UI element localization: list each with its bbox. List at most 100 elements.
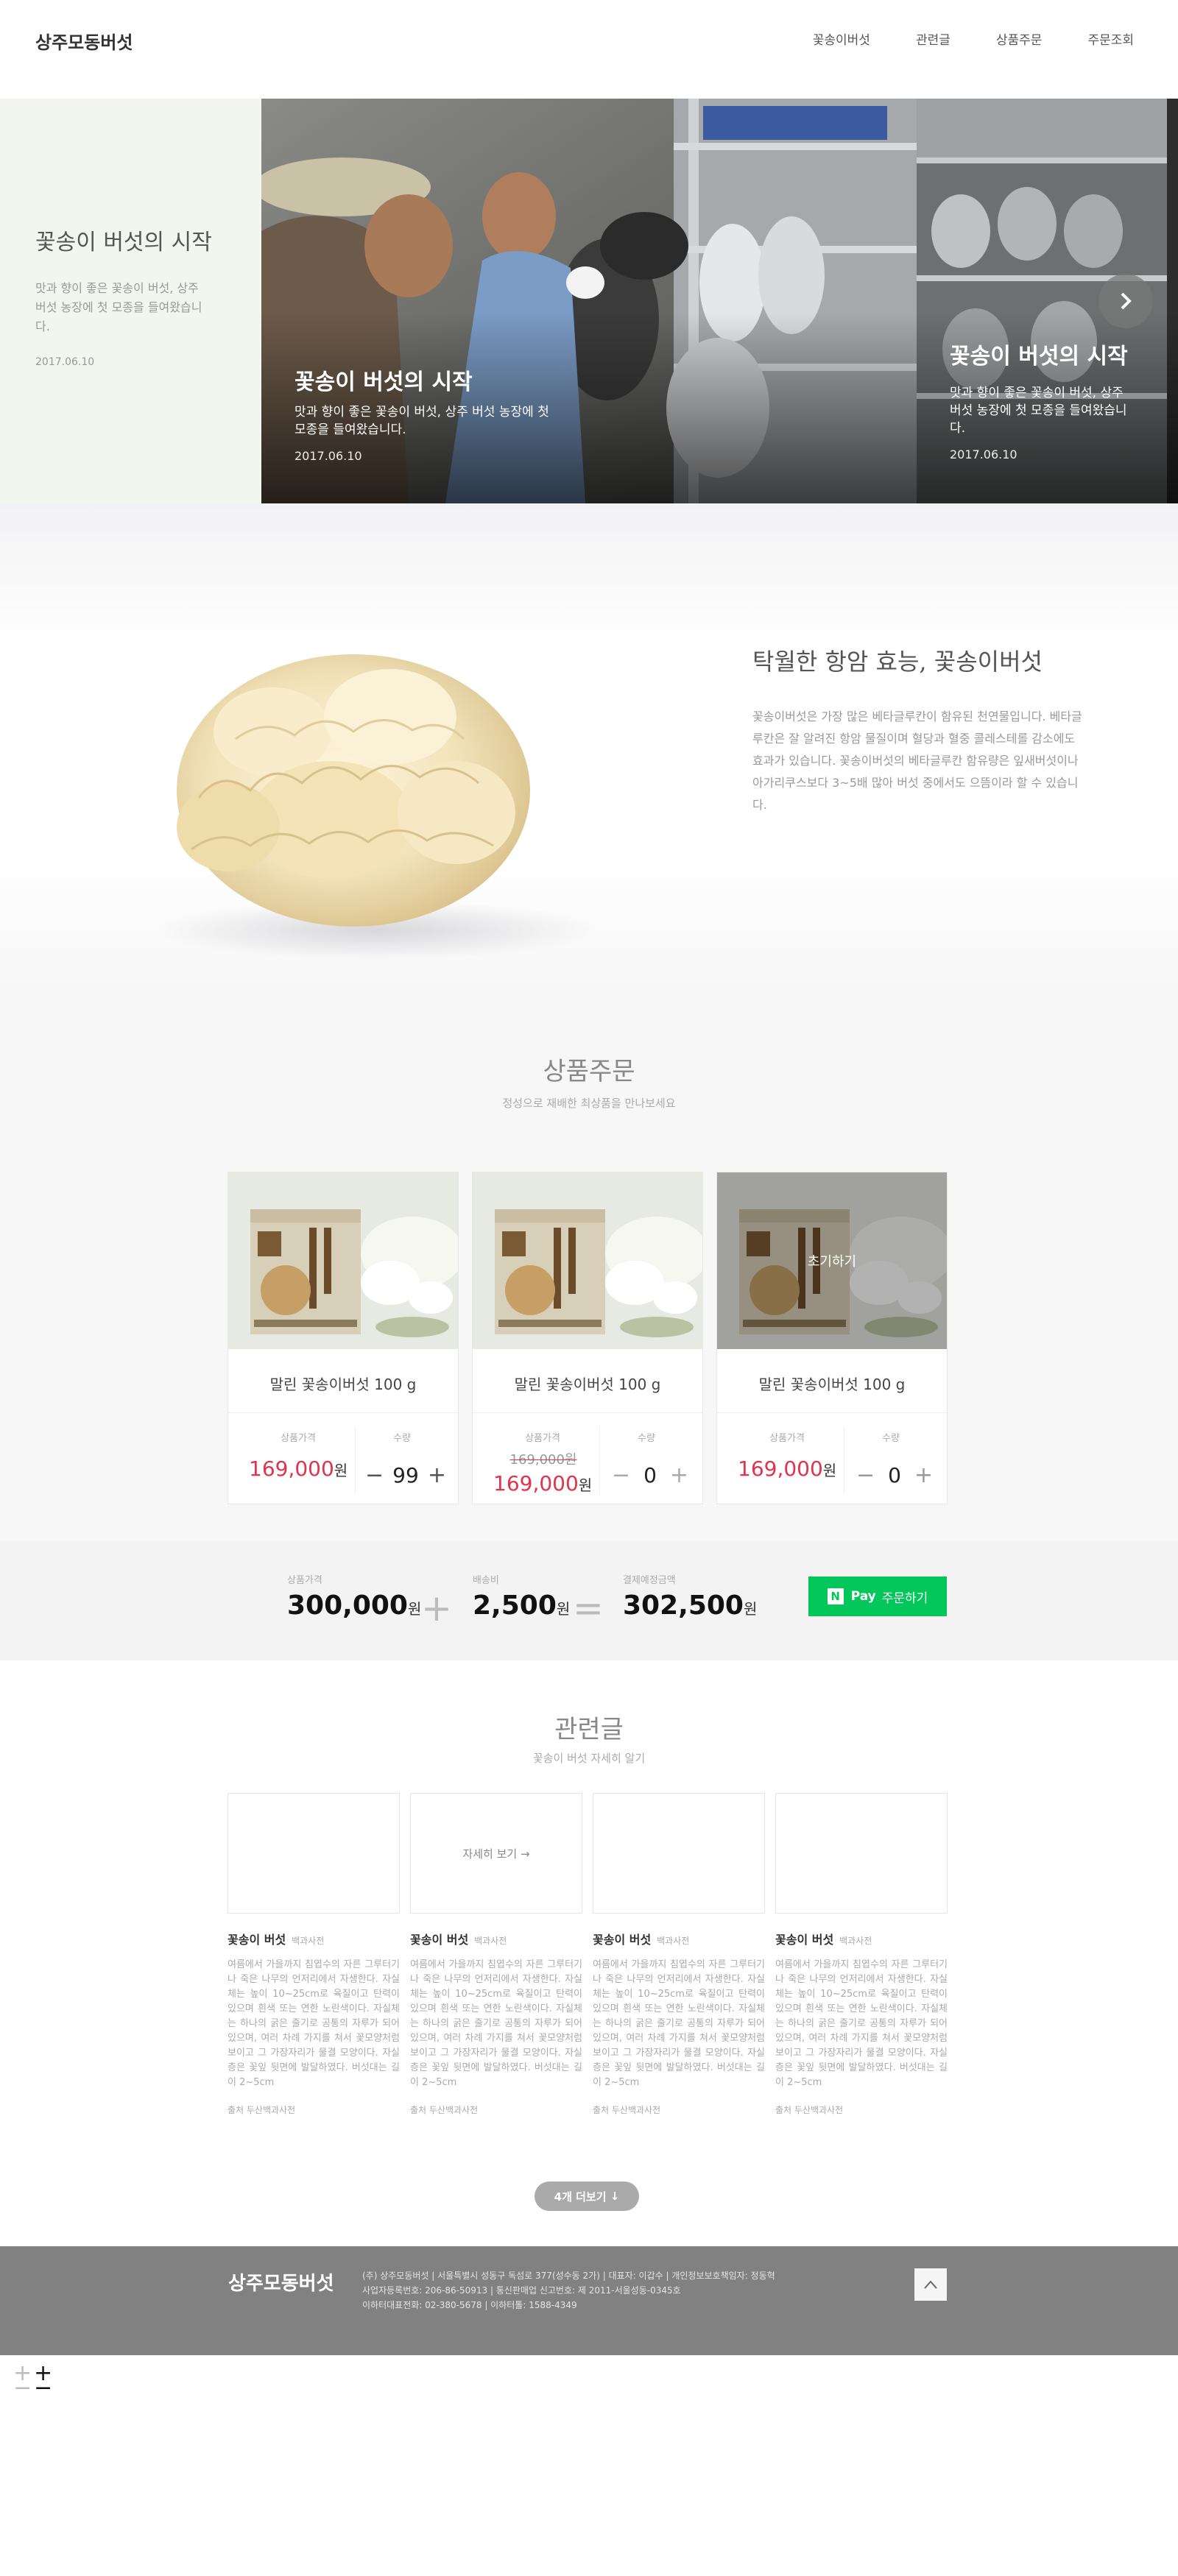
hero-slider: 꽃송이 버섯의 시작 맛과 향이 좋은 꽃송이 버섯, 상주 버섯 농장에 첫 … bbox=[0, 99, 1178, 503]
hero-slide-shelves[interactable]: 꽃송이 버섯의 시작 맛과 향이 좋은 꽃송이 버섯, 상주 버섯 농장에 첫 … bbox=[917, 99, 1178, 503]
slide-title: 꽃송이 버섯의 시작 bbox=[950, 344, 1128, 369]
qty-label: 수량 bbox=[638, 1433, 655, 1444]
npay-order-label: 주문하기 bbox=[881, 1590, 928, 1606]
hero-slide-farmers[interactable]: 꽃송이 버섯의 시작 맛과 향이 좋은 꽃송이 버섯, 상주 버섯 농장에 첫 … bbox=[261, 99, 917, 503]
hero-panel-title: 꽃송이 버섯의 시작 bbox=[35, 230, 212, 255]
shipping-fee-label: 배송비 bbox=[473, 1575, 499, 1586]
product-price: 169,000원 bbox=[738, 1457, 836, 1481]
article-thumbnail[interactable] bbox=[775, 1793, 948, 1914]
hero-panel-date: 2017.06.10 bbox=[35, 356, 95, 368]
price-value: 169,000 bbox=[493, 1471, 579, 1496]
order-title: 상품주문 bbox=[543, 1057, 635, 1086]
product-card: 초기하기 말린 꽃송이버섯 100 g 상품가격 수량 169,000원 − 0… bbox=[716, 1172, 948, 1504]
plus-icon[interactable]: + bbox=[670, 1462, 688, 1488]
article-card[interactable]: 꽃송이 버섯 백과사전 여름에서 가을까지 침엽수의 자른 그루터기나 죽은 나무… bbox=[228, 1793, 400, 2116]
plus-icon[interactable]: + bbox=[914, 1462, 933, 1488]
main-nav: 꽃송이버섯 관련글 상품주문 주문조회 bbox=[813, 29, 1134, 48]
product-image[interactable] bbox=[228, 1172, 458, 1349]
read-more-label: 자세히 보기 bbox=[462, 1847, 518, 1861]
goods-total-unit: 원 bbox=[407, 1600, 422, 1618]
order-subtitle: 정성으로 재배한 최상품을 만나보세요 bbox=[502, 1097, 676, 1110]
equals-icon: = bbox=[573, 1587, 604, 1630]
article-footnote: 출처 두산백과사전 bbox=[228, 2105, 296, 2115]
qty-value: 0 bbox=[643, 1463, 657, 1487]
minus-icon[interactable]: − bbox=[365, 1462, 384, 1488]
article-card[interactable]: 꽃송이 버섯 백과사전 여름에서 가을까지 침엽수의 자른 그루터기나 죽은 나무… bbox=[775, 1793, 948, 2116]
nav-item-mushroom[interactable]: 꽃송이버섯 bbox=[813, 29, 870, 48]
article-footnote: 출처 두산백과사전 bbox=[410, 2105, 479, 2115]
article-body: 여름에서 가을까지 침엽수의 자른 그루터기나 죽은 나무의 언저리에서 자생한… bbox=[775, 1959, 948, 2088]
product-name: 말린 꽃송이버섯 100 g bbox=[514, 1376, 661, 1393]
plus-icon[interactable]: + bbox=[428, 1462, 446, 1488]
article-thumbnail[interactable]: 자세히 보기 → bbox=[410, 1793, 582, 1914]
site-footer: 상주모동버섯 (주) 상주모동버섯 | 서울특별시 성동구 독섬로 377(성수… bbox=[0, 2246, 1178, 2355]
article-title: 꽃송이 버섯 백과사전 bbox=[593, 1930, 765, 1947]
article-title-text: 꽃송이 버섯 bbox=[775, 1933, 834, 1947]
product-card: 말린 꽃송이버섯 100 g 상품가격 수량 169,000원 169,000원… bbox=[472, 1172, 703, 1504]
site-logo[interactable]: 상주모동버섯 bbox=[35, 28, 133, 54]
price-label: 상품가격 bbox=[281, 1433, 316, 1444]
goods-total-label: 상품가격 bbox=[287, 1575, 322, 1586]
article-card[interactable]: 자세히 보기 → 꽃송이 버섯 백과사전 여름에서 가을까지 침엽수의 자른 그루… bbox=[410, 1793, 582, 2116]
nav-item-order-lookup[interactable]: 주문조회 bbox=[1087, 29, 1134, 48]
order-section: 상품주문 정성으로 재배한 최상품을 만나보세요 말린 꽃송이버섯 100 g … bbox=[0, 992, 1178, 1541]
minus-icon[interactable]: − bbox=[856, 1462, 875, 1488]
chevron-up-icon bbox=[924, 2280, 937, 2289]
article-thumbnail[interactable] bbox=[228, 1793, 400, 1914]
payment-total-label: 결제예정금액 bbox=[623, 1575, 676, 1586]
read-more-link[interactable]: 자세히 보기 → bbox=[462, 1846, 529, 1861]
product-box-photo bbox=[228, 1172, 458, 1349]
price-value: 169,000 bbox=[738, 1457, 823, 1481]
company-info-line: (주) 상주모동버섯 | 서울특별시 성동구 독섬로 377(성수동 2가) |… bbox=[362, 2271, 775, 2281]
original-price: 169,000원 bbox=[509, 1452, 577, 1468]
article-title: 꽃송이 버섯 백과사전 bbox=[775, 1930, 948, 1947]
zoom-out-icon[interactable]: − bbox=[13, 2377, 32, 2399]
feature-section: 탁월한 항암 효능, 꽃송이버섯 꽃송이버섯은 가장 많은 베타글루칸이 함유된… bbox=[0, 503, 1178, 992]
product-image[interactable]: 초기하기 bbox=[717, 1172, 947, 1349]
article-footnote: 출처 두산백과사전 bbox=[775, 2105, 844, 2115]
qty-value: 99 bbox=[392, 1463, 419, 1487]
company-info-line: 이하터대표전화: 02-380-5678 | 이하터톨: 1588-4349 bbox=[362, 2300, 577, 2310]
load-more-button[interactable]: 4개 더보기 ↓ bbox=[535, 2182, 639, 2211]
goods-total: 상품가격 300,000원 bbox=[287, 1572, 421, 1621]
minus-icon[interactable]: − bbox=[612, 1462, 630, 1488]
quantity-stepper: − 99 + bbox=[361, 1462, 451, 1488]
related-title: 관련글 bbox=[554, 1715, 624, 1744]
npay-order-button[interactable]: N Pay 주문하기 bbox=[808, 1577, 947, 1616]
reset-button[interactable]: 초기하기 bbox=[717, 1172, 947, 1349]
nav-item-order[interactable]: 상품주문 bbox=[996, 29, 1043, 48]
product-vdivider bbox=[355, 1427, 356, 1493]
slide-title: 꽃송이 버섯의 시작 bbox=[294, 369, 473, 395]
product-box-photo bbox=[473, 1172, 702, 1349]
product-name: 말린 꽃송이버섯 100 g bbox=[758, 1376, 906, 1393]
price-unit: 원 bbox=[822, 1462, 837, 1479]
article-source: 백과사전 bbox=[839, 1936, 872, 1946]
price-unit: 원 bbox=[334, 1462, 348, 1479]
price-label: 상품가격 bbox=[525, 1433, 560, 1444]
article-card[interactable]: 꽃송이 버섯 백과사전 여름에서 가을까지 침엽수의 자른 그루터기나 죽은 나무… bbox=[593, 1793, 765, 2116]
npay-pay-label: Pay bbox=[850, 1589, 876, 1604]
related-subtitle: 꽃송이 버섯 자세히 알기 bbox=[532, 1752, 646, 1765]
product-image[interactable] bbox=[473, 1172, 702, 1349]
payment-total-value: 302,500 bbox=[623, 1590, 744, 1621]
feature-title: 탁월한 항암 효능, 꽃송이버섯 bbox=[752, 648, 1043, 676]
article-thumbnail[interactable] bbox=[593, 1793, 765, 1914]
load-more-label: 4개 더보기 bbox=[554, 2190, 607, 2204]
product-name: 말린 꽃송이버섯 100 g bbox=[269, 1376, 417, 1393]
hero-active-panel: 꽃송이 버섯의 시작 맛과 향이 좋은 꽃송이 버섯, 상주 버섯 농장에 첫 … bbox=[0, 99, 261, 503]
qty-label: 수량 bbox=[393, 1433, 411, 1444]
quantity-stepper: − 0 + bbox=[850, 1462, 939, 1488]
scroll-top-button[interactable] bbox=[914, 2268, 947, 2301]
slider-next-button[interactable] bbox=[1098, 274, 1153, 328]
zoom-out-active-icon[interactable]: − bbox=[34, 2377, 52, 2399]
slide-date: 2017.06.10 bbox=[950, 447, 1017, 461]
mushroom-image bbox=[155, 654, 596, 960]
product-card: 말린 꽃송이버섯 100 g 상품가격 수량 169,000원 − 99 + bbox=[228, 1172, 459, 1504]
product-divider bbox=[473, 1412, 702, 1413]
arrow-down-icon: ↓ bbox=[610, 2190, 620, 2203]
article-body: 여름에서 가을까지 침엽수의 자른 그루터기나 죽은 나무의 언저리에서 자생한… bbox=[228, 1959, 400, 2088]
article-source: 백과사전 bbox=[474, 1936, 507, 1946]
nav-item-related[interactable]: 관련글 bbox=[916, 29, 950, 48]
arrow-right-icon: → bbox=[520, 1847, 530, 1861]
payment-total: 결제예정금액 302,500원 bbox=[623, 1572, 757, 1621]
